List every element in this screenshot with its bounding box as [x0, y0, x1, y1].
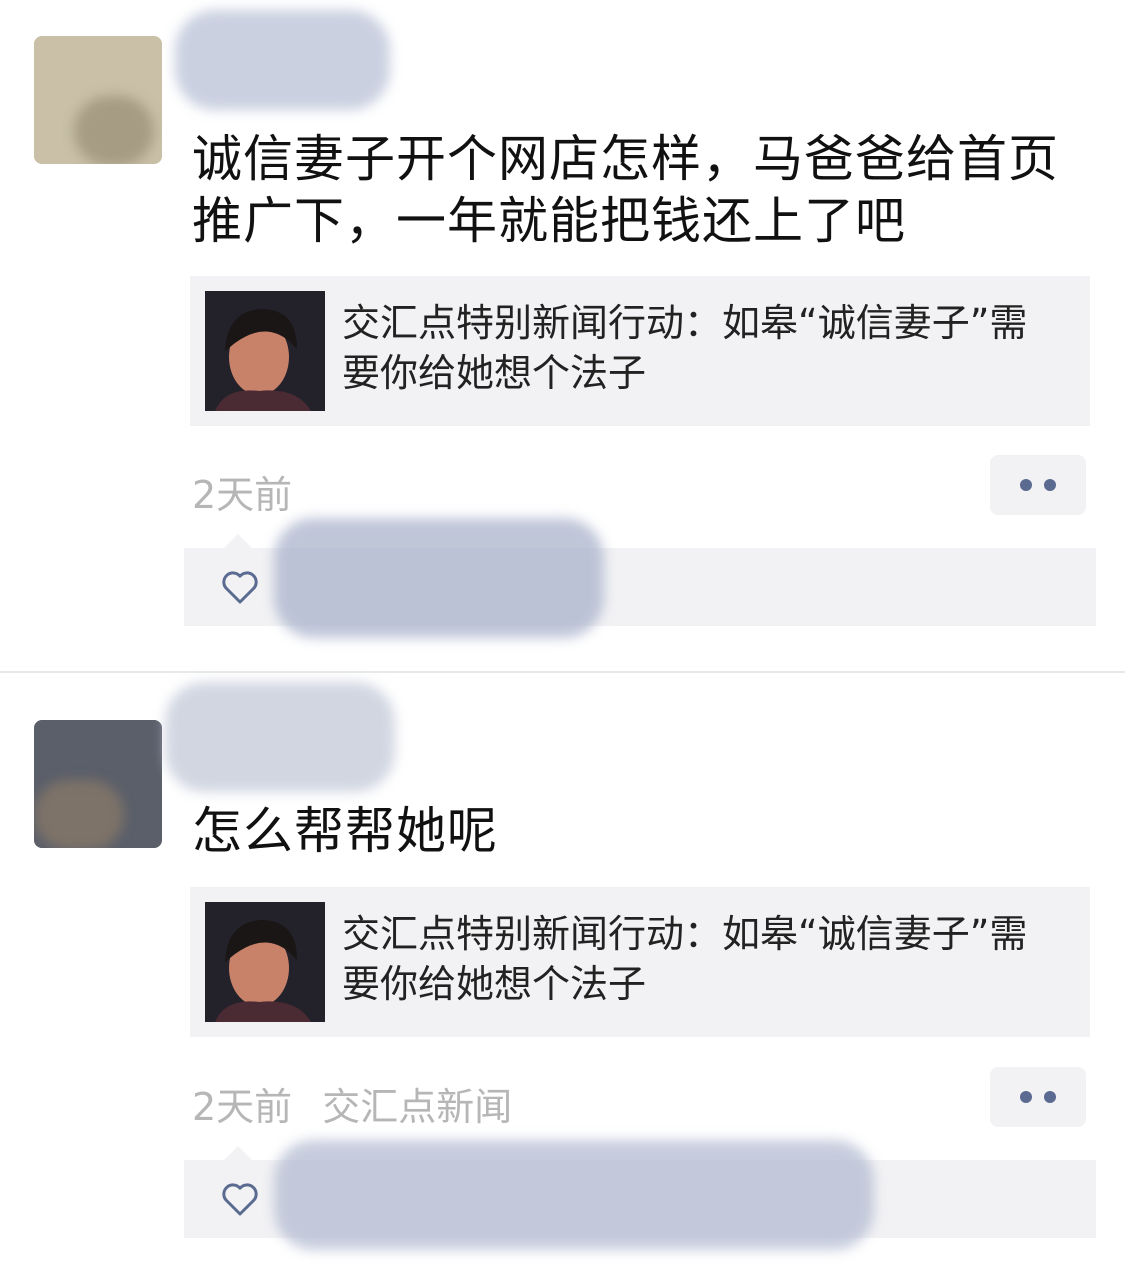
heart-icon: [222, 1183, 258, 1216]
more-dots-icon-dot: [1044, 1091, 1056, 1103]
redacted-username: [175, 10, 390, 110]
post-time: 2天前: [192, 473, 293, 517]
likes-notch: [224, 1146, 252, 1160]
link-card[interactable]: 交汇点特别新闻行动：如皋“诚信妻子”需要你给她想个法子: [190, 887, 1090, 1037]
link-title: 交汇点特别新闻行动：如皋“诚信妻子”需要你给她想个法子: [342, 912, 1028, 1006]
link-title: 交汇点特别新闻行动：如皋“诚信妻子”需要你给她想个法子: [342, 301, 1028, 395]
link-thumbnail: [205, 291, 325, 411]
likes-notch: [224, 534, 252, 548]
post-source[interactable]: 交汇点新闻: [322, 1085, 512, 1129]
post-time: 2天前: [192, 1085, 293, 1129]
post-text: 诚信妻子开个网店怎样，马爸爸给首页推广下，一年就能把钱还上了吧: [192, 130, 1059, 250]
link-card[interactable]: 交汇点特别新闻行动：如皋“诚信妻子”需要你给她想个法子: [190, 276, 1090, 426]
moment-post: 诚信妻子开个网店怎样，马爸爸给首页推广下，一年就能把钱还上了吧 交汇点特别新闻行…: [0, 0, 1125, 670]
more-button[interactable]: [990, 1067, 1086, 1127]
post-meta: 2天前 交汇点新闻: [192, 1076, 512, 1131]
moment-post: 怎么帮帮她呢 交汇点特别新闻行动：如皋“诚信妻子”需要你给她想个法子 2天前 交汇…: [0, 672, 1125, 1280]
redacted-likes: [274, 518, 604, 638]
avatar[interactable]: [34, 36, 162, 164]
likes-bar: [184, 518, 1096, 638]
redacted-username: [165, 682, 395, 792]
redacted-likes: [274, 1140, 874, 1250]
link-thumbnail: [205, 902, 325, 1022]
more-dots-icon-dot: [1044, 479, 1056, 491]
likes-bar: [184, 1140, 1096, 1250]
heart-icon: [222, 571, 258, 604]
more-dots-icon: [1020, 479, 1032, 491]
avatar[interactable]: [34, 720, 162, 848]
more-button[interactable]: [990, 455, 1086, 515]
more-dots-icon: [1020, 1091, 1032, 1103]
post-meta: 2天前: [192, 464, 292, 519]
post-text: 怎么帮帮她呢: [192, 802, 498, 860]
